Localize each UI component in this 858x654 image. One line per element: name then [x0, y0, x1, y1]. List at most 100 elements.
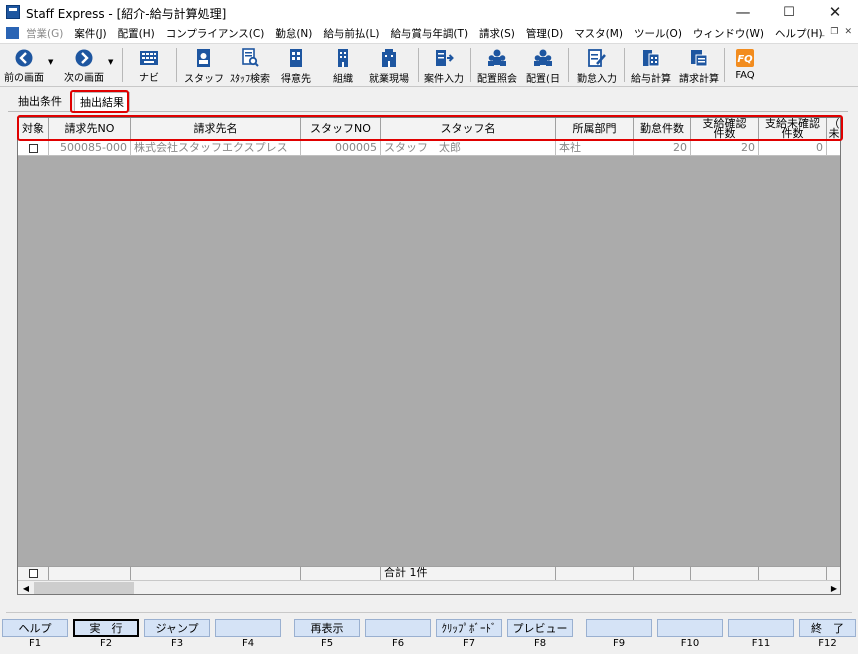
toolbar: 前の画面 ▼ 次の画面 ▼ ナビ スタッフ ｽﾀｯﾌ検索 得意先 組織 就業現場…	[0, 44, 858, 87]
case-input-button[interactable]: 案件入力	[422, 46, 466, 85]
svg-text:FQ: FQ	[737, 54, 753, 65]
f9-button[interactable]	[586, 619, 652, 637]
menu-assignment[interactable]: 配置(H)	[118, 26, 155, 41]
f11-button[interactable]	[728, 619, 794, 637]
minimize-button[interactable]: —	[720, 0, 766, 24]
document-icon	[6, 27, 19, 39]
cell-pay-confirmed: 20	[691, 140, 759, 156]
menu-billing[interactable]: 請求(S)	[479, 26, 515, 41]
footer-total: 合計 1件	[381, 566, 556, 580]
f4-key-label: F4	[241, 638, 255, 649]
f10-key-label: F10	[680, 638, 700, 649]
menu-window[interactable]: ウィンドウ(W)	[693, 26, 764, 41]
f10-button[interactable]	[657, 619, 723, 637]
customer-file-icon	[286, 48, 306, 68]
f2-execute-button[interactable]: 実 行	[73, 619, 139, 637]
worksite-building-icon	[379, 48, 399, 68]
organization-button[interactable]: 組織	[324, 46, 362, 85]
cell-staff-name: スタッフ 太郎	[381, 140, 556, 156]
scroll-thumb[interactable]	[34, 582, 134, 594]
back-button[interactable]: 前の画面	[2, 46, 46, 84]
cell-billing-name: 株式会社スタッフエクスプレス	[131, 140, 301, 156]
keyboard-icon	[139, 48, 159, 67]
assign-inquiry-button[interactable]: 配置照会	[474, 46, 520, 85]
menu-payroll[interactable]: 給与賞与年調(T)	[390, 26, 468, 41]
menu-attendance[interactable]: 勤怠(N)	[275, 26, 312, 41]
payroll-calc-button[interactable]: 給与計算	[628, 46, 674, 85]
f5-refresh-button[interactable]: 再表示	[294, 619, 360, 637]
f8-key-label: F8	[533, 638, 547, 649]
staff-file-icon	[194, 48, 214, 68]
f7-clipboard-button[interactable]: ｸﾘｯﾌﾟﾎﾞｰﾄﾞ	[436, 619, 502, 637]
faq-button[interactable]: FQ FAQ	[728, 46, 762, 84]
building-icon	[333, 48, 353, 68]
maximize-button[interactable]: ☐	[766, 0, 812, 24]
menu-prepayment[interactable]: 給与前払(L)	[323, 26, 379, 41]
arrow-right-icon	[74, 48, 94, 67]
f6-button[interactable]	[365, 619, 431, 637]
tab-highlight-box	[70, 90, 129, 113]
mdi-restore-button[interactable]: ❐	[830, 27, 838, 37]
app-icon	[6, 5, 20, 19]
mdi-close-button[interactable]: ✕	[844, 27, 852, 37]
attendance-input-button[interactable]: 勤怠入力	[574, 46, 620, 85]
menu-master[interactable]: マスタ(M)	[574, 26, 623, 41]
f8-preview-button[interactable]: プレビュー	[507, 619, 573, 637]
f12-exit-button[interactable]: 終 了	[799, 619, 856, 637]
mdi-minimize-button[interactable]: _	[820, 27, 825, 37]
menu-case[interactable]: 案件(J)	[74, 26, 106, 41]
arrow-left-icon	[14, 48, 34, 67]
forward-dropdown-icon[interactable]: ▼	[108, 58, 113, 66]
menu-compliance[interactable]: コンプライアンス(C)	[166, 26, 265, 41]
f11-key-label: F11	[751, 638, 771, 649]
f1-key-label: F1	[28, 638, 42, 649]
staff-search-button[interactable]: ｽﾀｯﾌ検索	[228, 46, 272, 85]
faq-icon: FQ	[735, 48, 755, 68]
cell-staff-no: 000005	[301, 140, 381, 156]
title-bar: Staff Express - [紹介-給与計算処理] — ☐ ✕	[0, 0, 858, 24]
worksite-button[interactable]: 就業現場	[366, 46, 412, 85]
select-all-checkbox[interactable]	[28, 568, 38, 578]
f4-button[interactable]	[215, 619, 281, 637]
f7-key-label: F7	[462, 638, 476, 649]
horizontal-scrollbar[interactable]: ◀ ▶	[18, 580, 840, 594]
grid-footer-row: 合計 1件	[18, 566, 840, 580]
tab-extract-conditions[interactable]: 抽出条件	[14, 92, 66, 110]
f3-key-label: F3	[170, 638, 184, 649]
menu-help[interactable]: ヘルプ(H)	[775, 26, 823, 41]
billing-calc-button[interactable]: 請求計算	[676, 46, 722, 85]
scroll-right-icon[interactable]: ▶	[827, 582, 840, 594]
billing-calculator-icon	[689, 48, 709, 68]
people-day-icon	[533, 48, 553, 68]
cell-attendance-count: 20	[634, 140, 691, 156]
menu-sales[interactable]: 営業(G)	[26, 26, 63, 41]
f2-key-label: F2	[99, 638, 113, 649]
menu-tools[interactable]: ツール(O)	[634, 26, 682, 41]
cell-pay-unconfirmed: 0	[759, 140, 827, 156]
f12-key-label: F12	[818, 638, 837, 649]
calculator-icon	[641, 48, 661, 68]
menu-management[interactable]: 管理(D)	[526, 26, 563, 41]
search-document-icon	[240, 48, 260, 68]
assign-day-button[interactable]: 配置(日	[522, 46, 564, 85]
f1-help-button[interactable]: ヘルプ	[2, 619, 68, 637]
header-highlight-box	[17, 115, 843, 141]
scroll-left-icon[interactable]: ◀	[19, 582, 33, 594]
results-grid: 対象 請求先NO 請求先名 スタッフNO スタッフ名 所属部門 勤怠件数 支給確…	[17, 117, 841, 595]
close-button[interactable]: ✕	[812, 0, 858, 24]
people-icon	[487, 48, 507, 68]
back-dropdown-icon[interactable]: ▼	[48, 58, 53, 66]
window-title: Staff Express - [紹介-給与計算処理]	[26, 7, 227, 21]
table-row[interactable]: 500085-000 株式会社スタッフエクスプレス 000005 スタッフ 太郎…	[18, 140, 840, 156]
edit-document-icon	[587, 48, 607, 68]
f5-key-label: F5	[320, 638, 334, 649]
f3-jump-button[interactable]: ジャンプ	[144, 619, 210, 637]
row-select-checkbox[interactable]	[28, 143, 38, 153]
navi-button[interactable]: ナビ	[130, 46, 168, 84]
forward-button[interactable]: 次の画面	[60, 46, 108, 84]
cell-department: 本社	[556, 140, 634, 156]
menu-bar: 営業(G) 案件(J) 配置(H) コンプライアンス(C) 勤怠(N) 給与前払…	[0, 24, 858, 44]
customer-button[interactable]: 得意先	[276, 46, 316, 85]
cell-billing-no: 500085-000	[49, 140, 131, 156]
staff-button[interactable]: スタッフ	[182, 46, 226, 85]
